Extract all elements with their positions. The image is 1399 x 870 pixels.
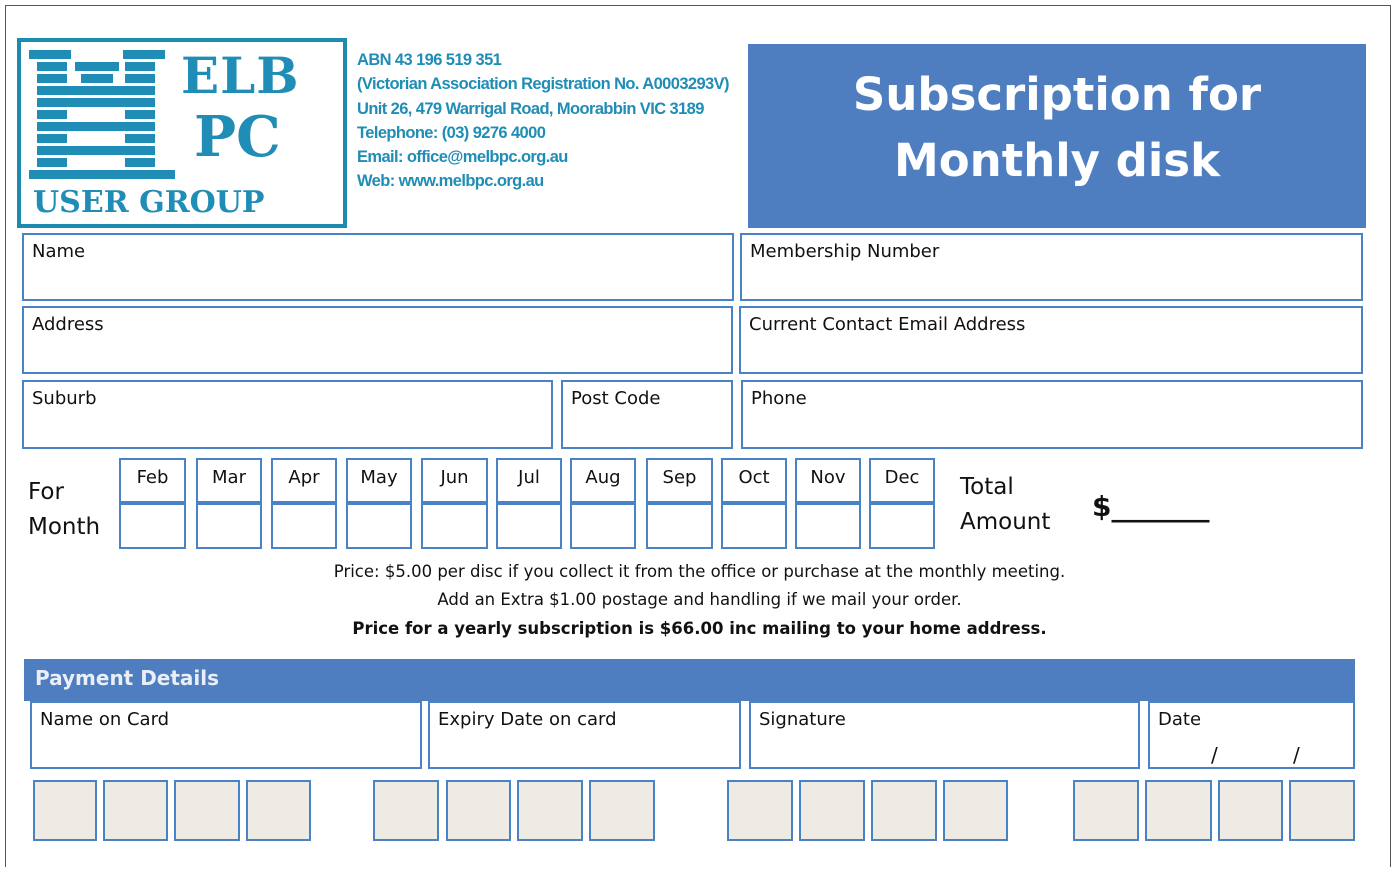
org-registration: (Victorian Association Registration No. … bbox=[357, 75, 730, 94]
card-digit-box[interactable] bbox=[799, 780, 865, 841]
org-abn: ABN 43 196 519 351 bbox=[357, 51, 502, 69]
month-header-mar: Mar bbox=[196, 458, 262, 503]
name-label: Name bbox=[32, 241, 86, 262]
month-box-oct[interactable] bbox=[721, 503, 787, 549]
membership-number-label: Membership Number bbox=[750, 241, 940, 262]
month-box-sep[interactable] bbox=[646, 503, 713, 549]
month-header-apr: Apr bbox=[271, 458, 337, 503]
title-line2: Monthly disk bbox=[893, 134, 1221, 187]
signature-field[interactable]: Signature bbox=[749, 701, 1140, 769]
price-line-3: Price for a yearly subscription is $66.0… bbox=[352, 619, 1047, 638]
total-line1: Total bbox=[960, 474, 1014, 500]
card-digit-box[interactable] bbox=[1073, 780, 1139, 841]
month-box-jul[interactable] bbox=[496, 503, 562, 549]
card-digit-box[interactable] bbox=[589, 780, 655, 841]
month-header-oct: Oct bbox=[721, 458, 787, 503]
post-code-label: Post Code bbox=[571, 388, 661, 409]
month-box-aug[interactable] bbox=[570, 503, 636, 549]
for-month-line1: For bbox=[28, 479, 64, 505]
org-address: Unit 26, 479 Warrigal Road, Moorabbin VI… bbox=[357, 99, 704, 118]
org-info: ABN 43 196 519 351 (Victorian Associatio… bbox=[357, 48, 730, 194]
email-field[interactable]: Current Contact Email Address bbox=[739, 306, 1363, 374]
card-digit-box[interactable] bbox=[943, 780, 1008, 841]
month-header-nov: Nov bbox=[795, 458, 861, 503]
month-box-dec[interactable] bbox=[869, 503, 935, 549]
date-separator-1: / bbox=[1211, 743, 1218, 767]
org-web: Web: www.melbpc.org.au bbox=[357, 172, 544, 191]
suburb-field[interactable]: Suburb bbox=[22, 380, 553, 449]
logo-pc: PC bbox=[194, 104, 281, 170]
month-box-jun[interactable] bbox=[421, 503, 488, 549]
org-email: Email: office@melbpc.org.au bbox=[357, 148, 568, 167]
address-field[interactable]: Address bbox=[22, 306, 733, 374]
name-field[interactable]: Name bbox=[22, 233, 734, 301]
card-digit-box[interactable] bbox=[103, 780, 168, 841]
expiry-date-field[interactable]: Expiry Date on card bbox=[428, 701, 741, 769]
card-digit-box[interactable] bbox=[33, 780, 97, 841]
signature-label: Signature bbox=[759, 709, 846, 730]
total-amount-label: Total Amount bbox=[960, 470, 1050, 540]
total-amount-value[interactable]: $_______ bbox=[1092, 490, 1209, 523]
month-header-may: May bbox=[346, 458, 412, 503]
phone-field[interactable]: Phone bbox=[741, 380, 1363, 449]
card-digit-box[interactable] bbox=[1145, 780, 1212, 841]
price-line-1: Price: $5.00 per disc if you collect it … bbox=[333, 562, 1066, 581]
month-box-apr[interactable] bbox=[271, 503, 337, 549]
card-digit-box[interactable] bbox=[1218, 780, 1283, 841]
card-digit-box[interactable] bbox=[1289, 780, 1355, 841]
name-on-card-label: Name on Card bbox=[40, 709, 170, 730]
total-line2: Amount bbox=[960, 509, 1051, 535]
month-box-mar[interactable] bbox=[196, 503, 262, 549]
logo-elb: ELB bbox=[181, 46, 300, 105]
card-digit-box[interactable] bbox=[727, 780, 793, 841]
month-header-jun: Jun bbox=[421, 458, 488, 503]
card-digit-box[interactable] bbox=[871, 780, 937, 841]
card-digit-box[interactable] bbox=[174, 780, 240, 841]
month-header-feb: Feb bbox=[119, 458, 186, 503]
email-label: Current Contact Email Address bbox=[749, 314, 1026, 335]
expiry-date-label: Expiry Date on card bbox=[438, 709, 617, 730]
name-on-card-field[interactable]: Name on Card bbox=[30, 701, 422, 769]
card-digit-box[interactable] bbox=[246, 780, 311, 841]
for-month-line2: Month bbox=[28, 514, 101, 540]
suburb-label: Suburb bbox=[32, 388, 97, 409]
membership-number-field[interactable]: Membership Number bbox=[740, 233, 1363, 301]
month-box-may[interactable] bbox=[346, 503, 412, 549]
logo-user-group: USER GROUP bbox=[33, 185, 265, 220]
card-digit-box[interactable] bbox=[373, 780, 439, 841]
month-header-aug: Aug bbox=[570, 458, 636, 503]
month-box-nov[interactable] bbox=[795, 503, 861, 549]
org-telephone: Telephone: (03) 9276 4000 bbox=[357, 123, 546, 142]
month-header-dec: Dec bbox=[869, 458, 935, 503]
title-line1: Subscription for bbox=[852, 68, 1262, 121]
address-label: Address bbox=[32, 314, 104, 335]
date-separator-2: / bbox=[1293, 743, 1300, 767]
melbpc-logo: ELB PC USER GROUP bbox=[17, 38, 347, 228]
card-digit-box[interactable] bbox=[517, 780, 583, 841]
for-month-label: For Month bbox=[28, 475, 100, 545]
date-field[interactable]: Date / / bbox=[1148, 701, 1355, 769]
payment-details-header: Payment Details bbox=[24, 659, 1355, 701]
title-banner: Subscription for Monthly disk bbox=[748, 44, 1366, 228]
card-digit-box[interactable] bbox=[446, 780, 511, 841]
post-code-field[interactable]: Post Code bbox=[561, 380, 733, 449]
date-label: Date bbox=[1158, 709, 1202, 730]
price-line-2: Add an Extra $1.00 postage and handling … bbox=[437, 590, 962, 609]
month-header-sep: Sep bbox=[646, 458, 713, 503]
phone-label: Phone bbox=[751, 388, 807, 409]
month-box-feb[interactable] bbox=[119, 503, 186, 549]
month-header-jul: Jul bbox=[496, 458, 562, 503]
